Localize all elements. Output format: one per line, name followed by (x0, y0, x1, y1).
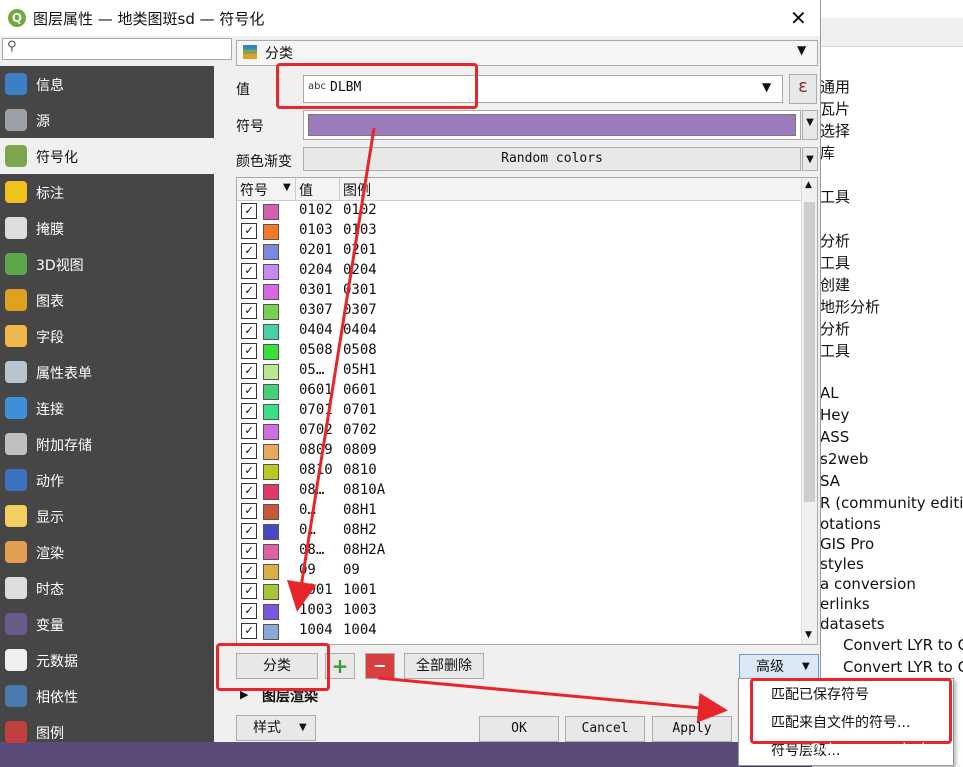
watermark: @dragonzoebai (808, 740, 926, 758)
arrow-to-classify (286, 127, 376, 612)
annotation-arrows (286, 127, 728, 723)
arrow-to-menu (377, 676, 728, 723)
